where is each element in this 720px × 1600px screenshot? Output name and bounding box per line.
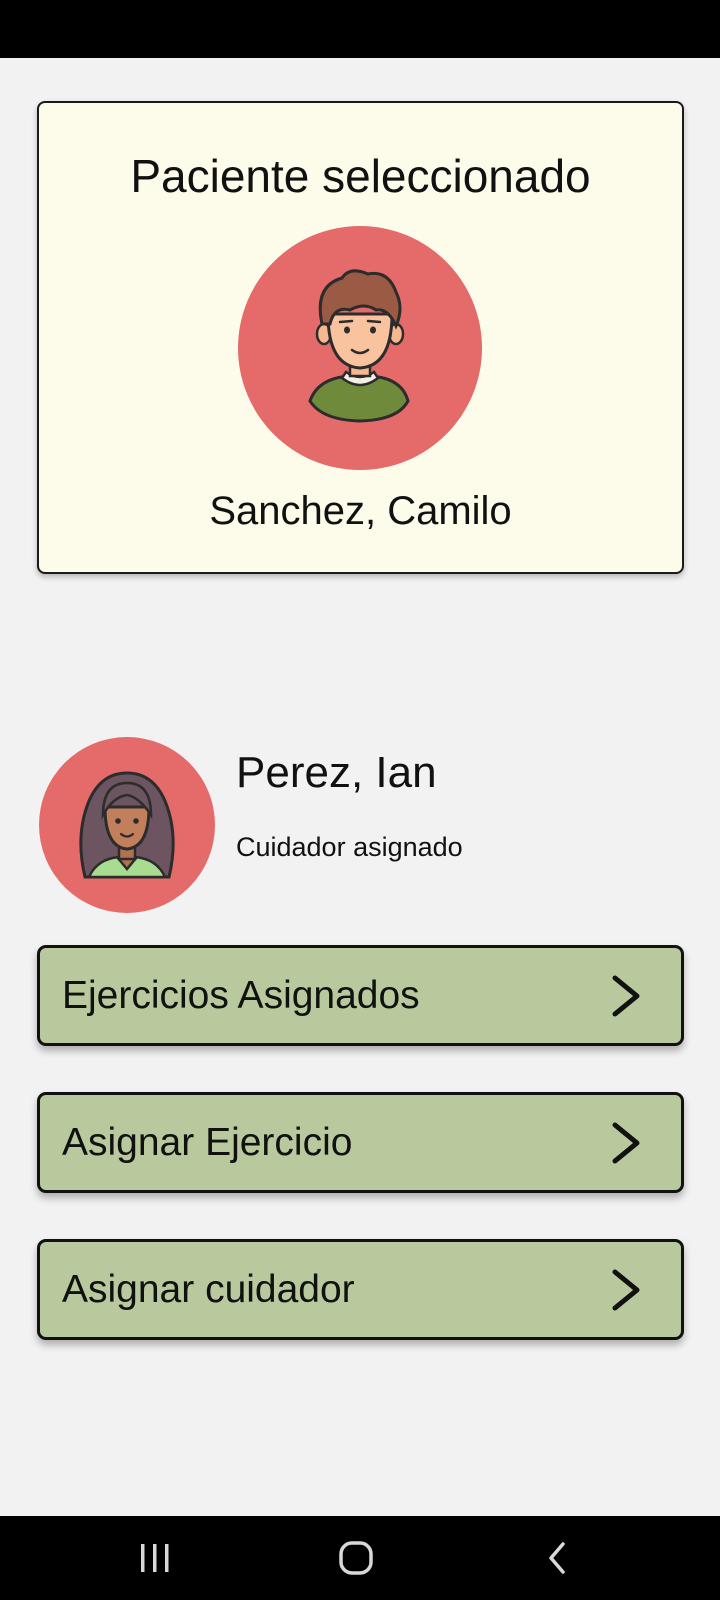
caregiver-role-label: Cuidador asignado bbox=[236, 832, 463, 862]
woman-avatar-icon bbox=[39, 737, 215, 913]
assigned-exercises-label: Ejercicios Asignados bbox=[62, 973, 420, 1017]
recents-icon[interactable] bbox=[133, 1536, 177, 1580]
chevron-right-icon bbox=[612, 1269, 640, 1310]
assign-exercise-button[interactable]: Asignar Ejercicio bbox=[37, 1092, 684, 1193]
home-icon[interactable] bbox=[334, 1536, 378, 1580]
status-bar bbox=[0, 0, 720, 58]
system-navigation-bar bbox=[0, 1516, 720, 1600]
patient-card-title: Paciente seleccionado bbox=[130, 150, 591, 202]
chevron-right-icon bbox=[612, 1122, 640, 1163]
selected-patient-card: Paciente seleccionado Sanchez, Camilo bbox=[37, 101, 684, 574]
caregiver-name: Perez, Ian bbox=[236, 748, 437, 797]
boy-avatar-icon bbox=[238, 226, 482, 470]
assign-caregiver-button[interactable]: Asignar cuidador bbox=[37, 1239, 684, 1340]
patient-name: Sanchez, Camilo bbox=[209, 489, 512, 533]
assign-exercise-label: Asignar Ejercicio bbox=[62, 1120, 353, 1164]
assigned-exercises-button[interactable]: Ejercicios Asignados bbox=[37, 945, 684, 1046]
assign-caregiver-label: Asignar cuidador bbox=[62, 1267, 355, 1311]
chevron-right-icon bbox=[612, 975, 640, 1016]
back-icon[interactable] bbox=[536, 1536, 580, 1580]
